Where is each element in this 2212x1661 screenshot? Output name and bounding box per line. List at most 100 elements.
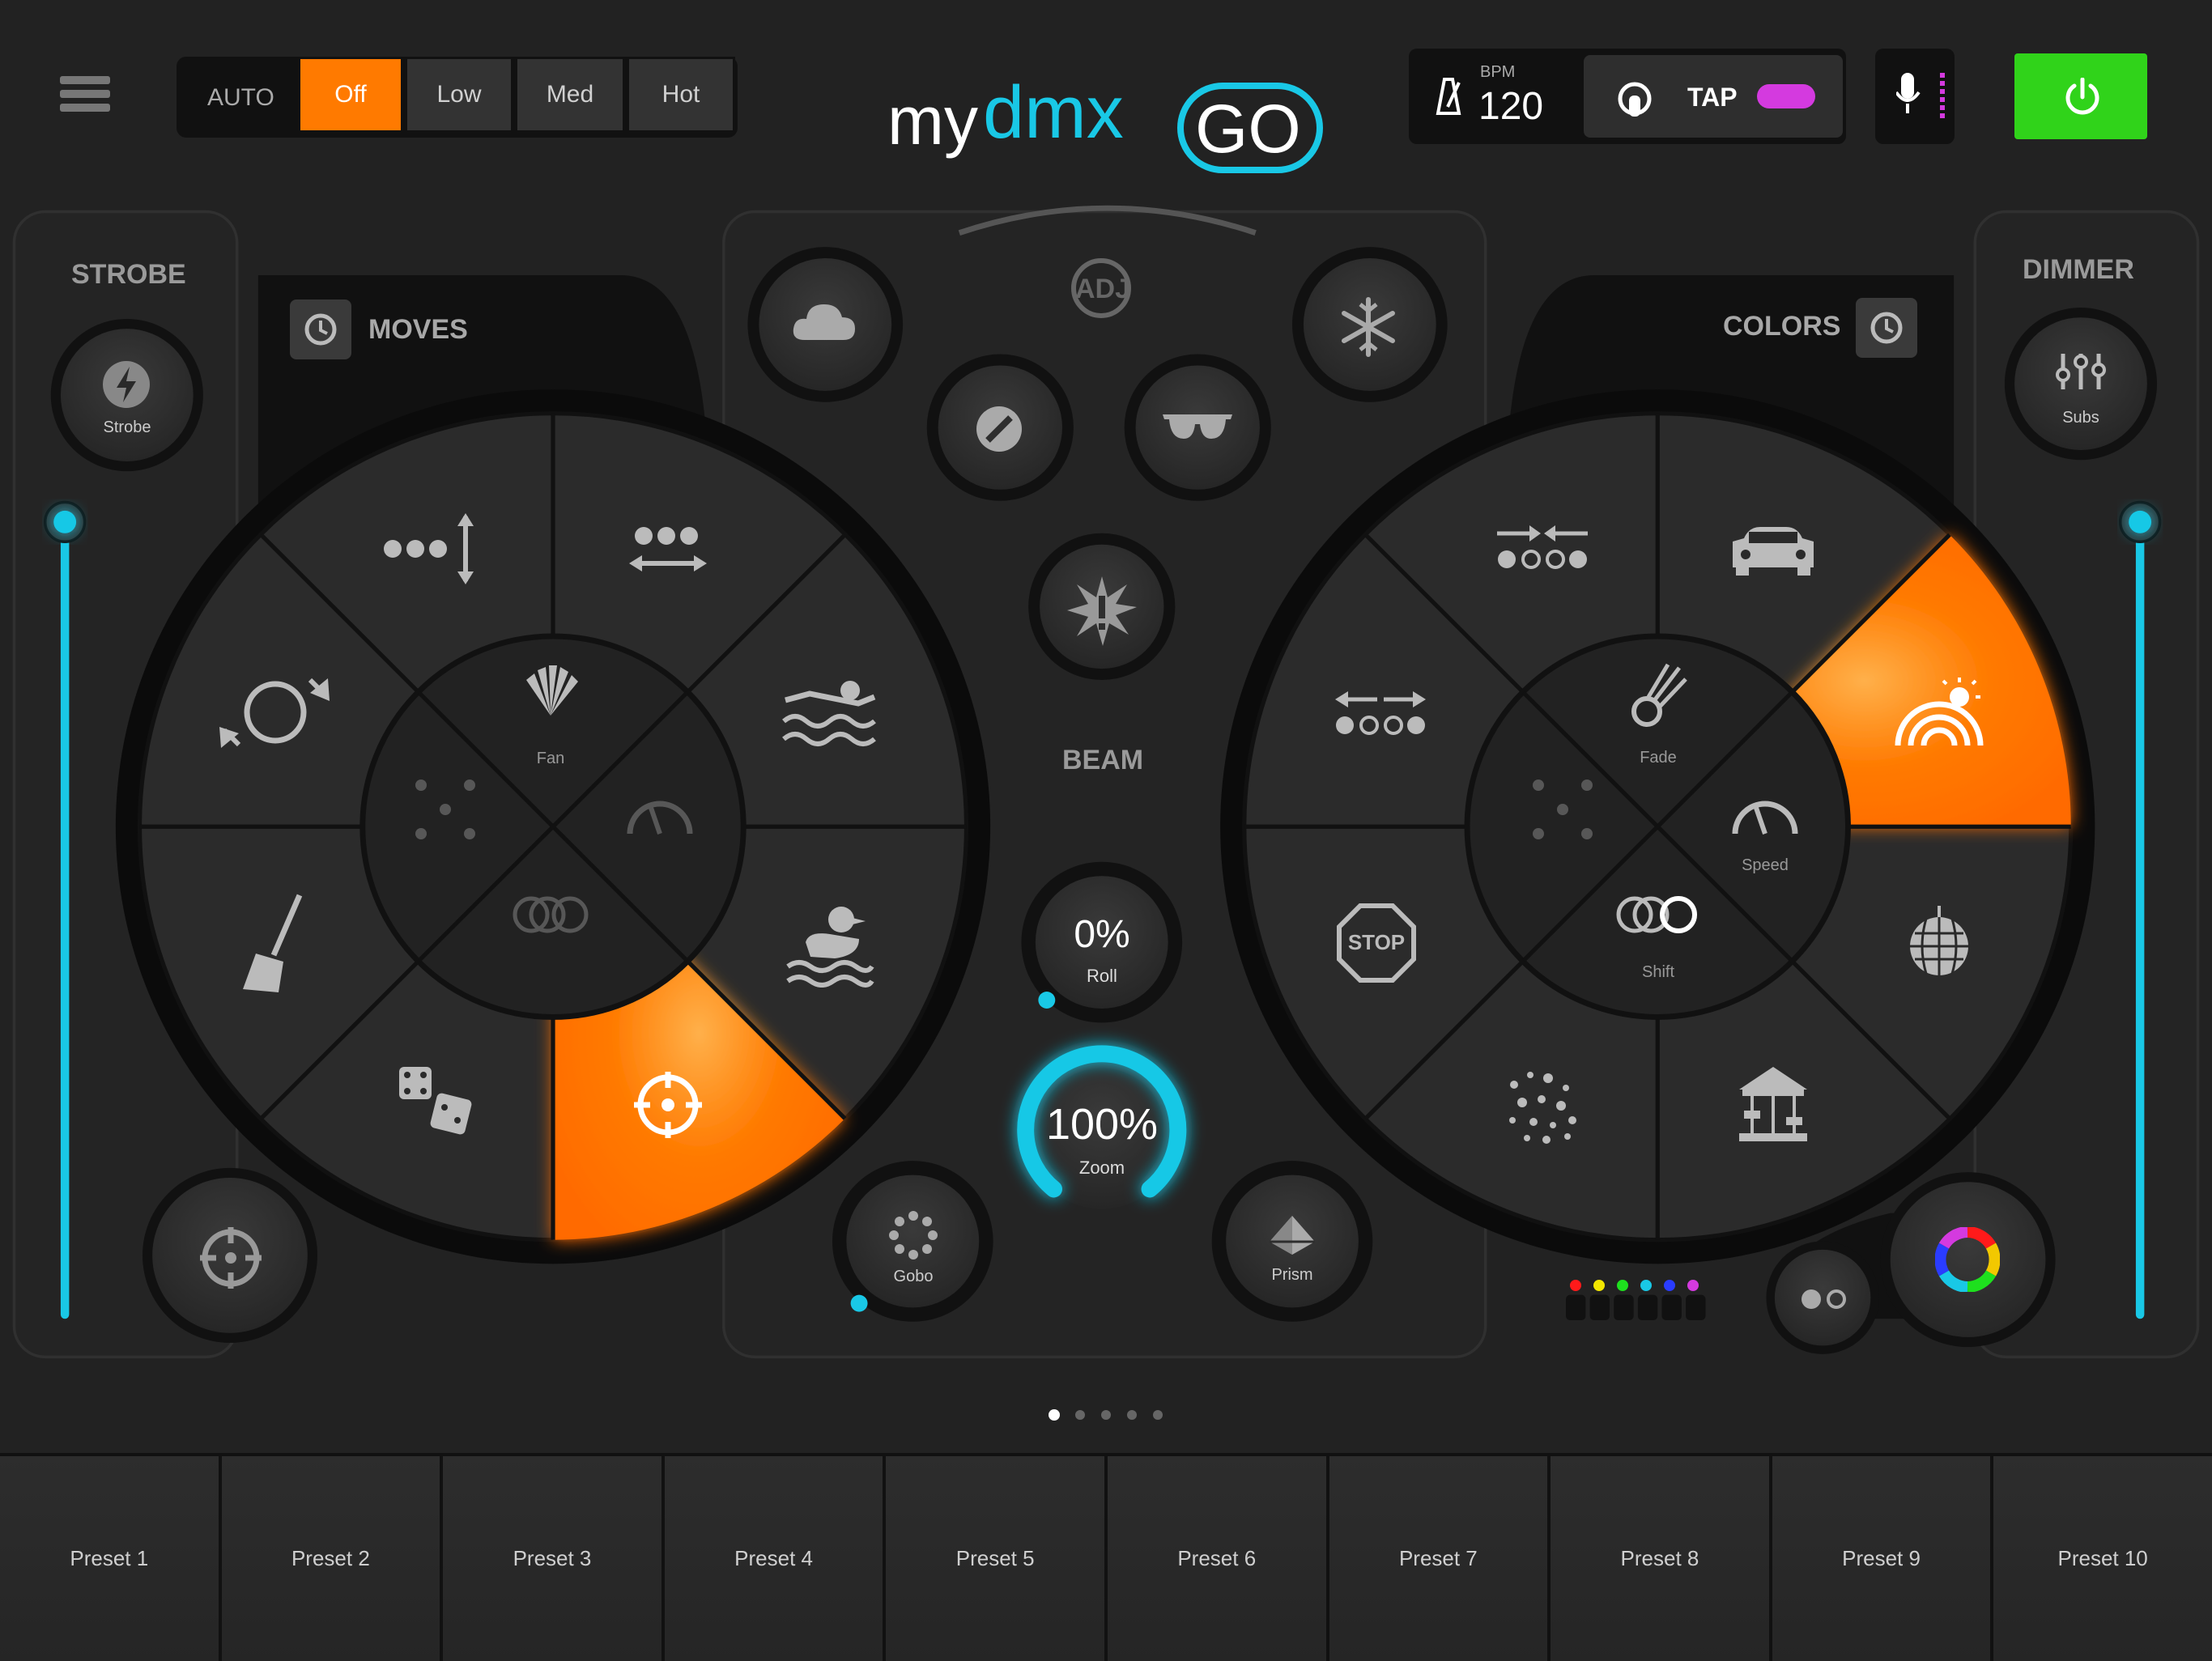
subs-label: Subs	[2062, 409, 2099, 427]
colors-seg-split[interactable]	[1332, 688, 1429, 745]
prism-knob[interactable]: Prism	[1226, 1179, 1359, 1311]
broom-icon	[243, 894, 303, 992]
color-dot-blue	[1664, 1280, 1675, 1291]
carousel-icon	[1739, 1067, 1807, 1141]
strobe-slider[interactable]	[45, 502, 86, 1328]
colors-wheel	[1220, 389, 2095, 1264]
prism-icon	[1270, 1216, 1315, 1255]
dots-toggle-icon	[1802, 1289, 1846, 1309]
colors-fade-button[interactable]: Fade	[1618, 660, 1699, 767]
moves-timer-button[interactable]	[290, 299, 351, 359]
preset-9-button[interactable]: Preset 9	[1772, 1456, 1994, 1661]
speedometer-icon	[1732, 801, 1798, 835]
gobo-label: Gobo	[893, 1268, 934, 1285]
zoom-knob[interactable]: 100% Zoom	[1025, 1059, 1179, 1213]
page-indicator	[1046, 1407, 1168, 1423]
blackout-button[interactable]	[939, 372, 1061, 486]
colors-seg-sparkle[interactable]	[1498, 1060, 1587, 1149]
colors-seg-merge[interactable]	[1494, 522, 1591, 579]
page-dot-4	[1127, 1410, 1137, 1420]
preset-2-button[interactable]: Preset 2	[221, 1456, 444, 1661]
preset-7-button[interactable]: Preset 7	[1329, 1456, 1551, 1661]
svg-text:dmx: dmx	[983, 79, 1124, 154]
color-picker-button[interactable]	[1890, 1182, 2045, 1337]
page-dot-2	[1075, 1410, 1085, 1420]
freeze-button[interactable]	[1304, 267, 1435, 380]
snowflake-icon	[1342, 297, 1395, 357]
menu-button[interactable]	[60, 74, 110, 113]
moves-fan-button[interactable]: Fan	[510, 664, 591, 767]
preset-4-button[interactable]: Preset 4	[664, 1456, 887, 1661]
mode-low-button[interactable]: Low	[405, 57, 513, 133]
roll-knob[interactable]: 0% Roll	[1037, 878, 1167, 1008]
speed-label: Speed	[1742, 856, 1789, 874]
colors-shift-button[interactable]: Shift	[1614, 890, 1703, 988]
fade-label: Fade	[1640, 749, 1677, 767]
preset-5-button[interactable]: Preset 5	[886, 1456, 1108, 1661]
colors-seg-stop[interactable]: STOP	[1336, 903, 1417, 983]
moves-seg-swim[interactable]	[777, 676, 891, 757]
color-dot-yellow	[1593, 1280, 1605, 1291]
microphone-button[interactable]	[1875, 49, 1955, 144]
colors-seg-car[interactable]	[1725, 522, 1822, 579]
strobe-burst-button[interactable]	[1041, 550, 1163, 664]
fog-button[interactable]	[759, 267, 891, 380]
preset-bar: Preset 1 Preset 2 Preset 3 Preset 4 Pres…	[0, 1453, 2212, 1661]
dots-vertical-arrow-icon	[384, 513, 474, 584]
mode-med-button[interactable]: Med	[515, 57, 625, 133]
roll-label: Roll	[1087, 966, 1117, 986]
colors-x-button[interactable]	[1530, 777, 1595, 842]
colors-seg-rainbow[interactable]	[1887, 668, 1992, 757]
sunglasses-icon	[1163, 414, 1232, 439]
color-indicator-dots	[1568, 1277, 1702, 1294]
position-button[interactable]	[152, 1179, 309, 1336]
colors-timer-button[interactable]	[1856, 298, 1917, 358]
dual-mode-button[interactable]	[1775, 1250, 1872, 1347]
svg-text:my: my	[887, 83, 978, 159]
strobe-title: STROBE	[71, 259, 186, 290]
microphone-icon	[1896, 73, 1945, 118]
tap-button[interactable]: TAP	[1584, 55, 1843, 138]
preset-8-button[interactable]: Preset 8	[1551, 1456, 1772, 1661]
color-dot-magenta	[1687, 1280, 1699, 1291]
moves-speed-button[interactable]	[623, 785, 696, 850]
car-icon	[1733, 527, 1814, 576]
preset-10-button[interactable]: Preset 10	[1993, 1456, 2212, 1661]
moves-seg-dots-horizontal[interactable]	[627, 518, 708, 583]
colors-seg-carousel[interactable]	[1733, 1060, 1814, 1149]
page-dot-1	[1049, 1409, 1060, 1421]
roll-value: 0%	[1074, 913, 1130, 956]
colors-speed-button[interactable]: Speed	[1725, 785, 1806, 874]
moves-seg-dice[interactable]	[393, 1060, 482, 1141]
colors-seg-disco[interactable]	[1899, 903, 1980, 983]
power-button[interactable]	[2014, 53, 2147, 139]
mode-hot-button[interactable]: Hot	[627, 57, 735, 133]
preset-3-button[interactable]: Preset 3	[443, 1456, 665, 1661]
sparkle-icon	[1509, 1072, 1576, 1144]
moves-seg-dots-vertical[interactable]	[376, 510, 482, 591]
moves-seg-duck[interactable]	[781, 898, 878, 988]
prism-label: Prism	[1271, 1266, 1313, 1284]
moves-shift-button[interactable]	[510, 890, 599, 939]
preset-1-button[interactable]: Preset 1	[0, 1456, 222, 1661]
color-dot-green	[1617, 1280, 1628, 1291]
moves-x-button[interactable]	[413, 777, 478, 842]
power-icon	[2065, 78, 2099, 115]
strobe-button[interactable]: Strobe	[61, 331, 194, 464]
subs-button[interactable]: Subs	[2014, 318, 2147, 451]
clock-icon	[1870, 312, 1903, 344]
adj-logo: ADJ	[1061, 251, 1150, 324]
moves-seg-sweep[interactable]	[235, 890, 324, 996]
auto-label: AUTO	[207, 84, 274, 111]
random-dots-icon	[1533, 780, 1593, 839]
sliders-icon	[2056, 354, 2106, 389]
moves-title: MOVES	[368, 314, 468, 345]
sunglasses-button[interactable]	[1137, 372, 1258, 486]
shift-label: Shift	[1641, 963, 1675, 981]
mode-off-button[interactable]: Off	[298, 57, 403, 133]
dimmer-slider[interactable]	[2120, 502, 2160, 1328]
gobo-knob[interactable]: Gobo	[847, 1179, 980, 1311]
moves-seg-circle[interactable]	[215, 656, 336, 769]
preset-6-button[interactable]: Preset 6	[1107, 1456, 1329, 1661]
moves-seg-target[interactable]	[619, 1068, 717, 1141]
